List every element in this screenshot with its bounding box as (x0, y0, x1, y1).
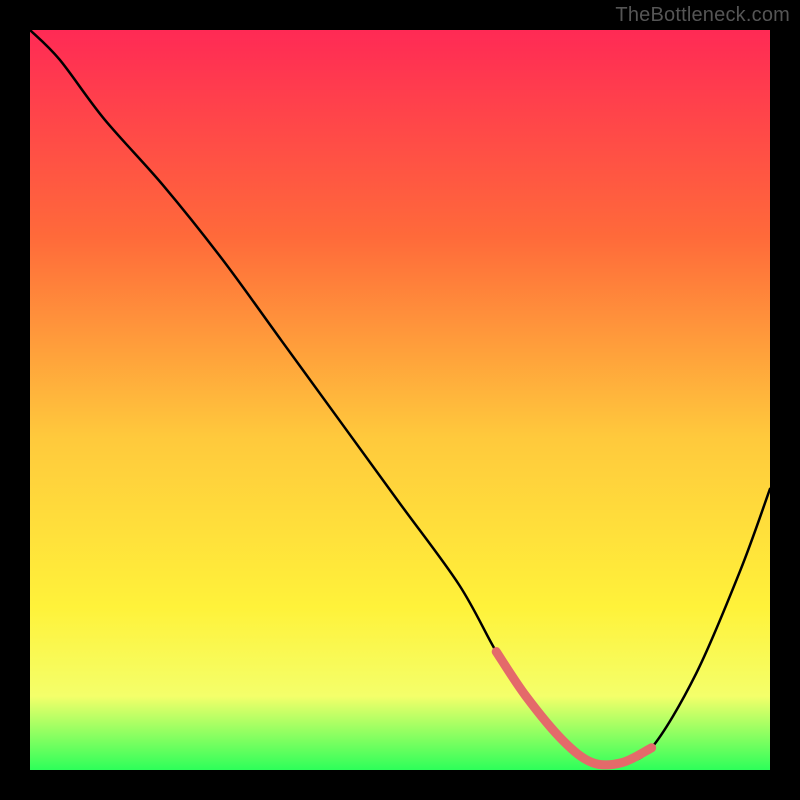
chart-svg (30, 30, 770, 770)
plot-area (30, 30, 770, 770)
watermark-text: TheBottleneck.com (615, 4, 790, 27)
gradient-background (30, 30, 770, 770)
chart-frame: TheBottleneck.com (0, 0, 800, 800)
